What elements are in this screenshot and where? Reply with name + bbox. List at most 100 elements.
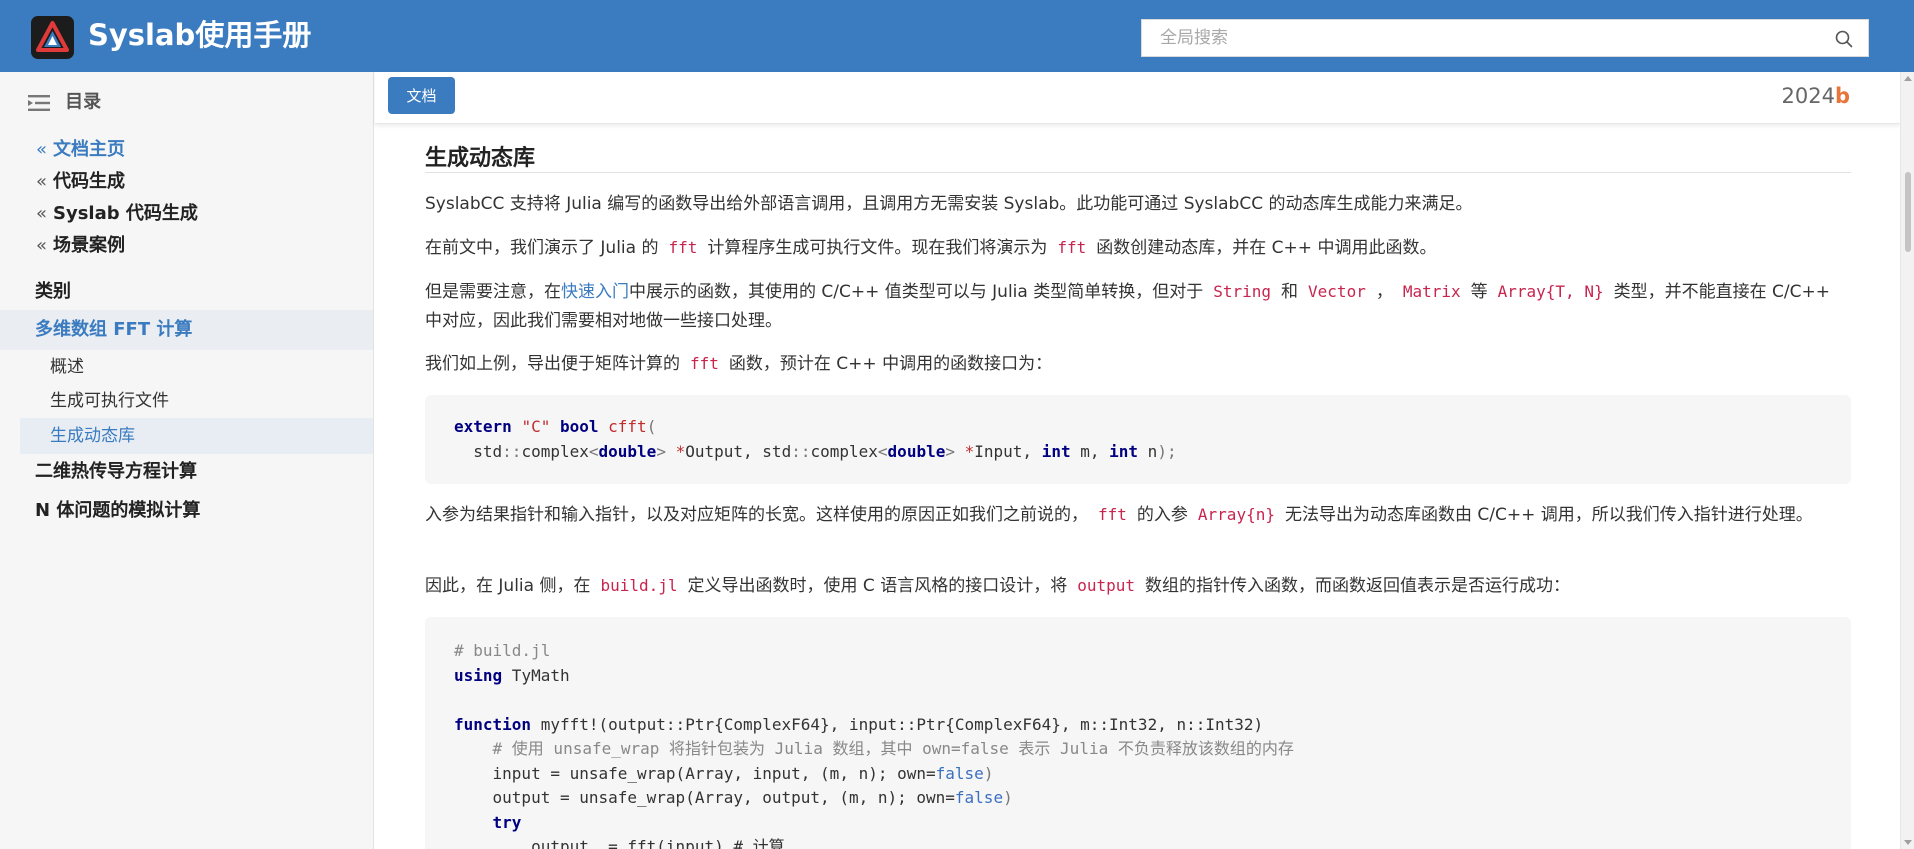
heading-divider [425,172,1851,173]
code-token: complex [521,441,589,461]
sidebar-item-multidim-fft[interactable]: 多维数组 FFT 计算 [35,316,192,344]
inline-code: Vector [1308,282,1366,301]
main-content: 生成动态库 SyslabCC 支持将 Julia 编写的函数导出给外部语言调用，… [375,124,1900,849]
sidebar-subitem-executable[interactable]: 生成可执行文件 [50,388,169,414]
global-search-box[interactable] [1141,19,1869,57]
code-block-build-jl[interactable]: # build.jl using TyMath function myfft!(… [425,617,1851,849]
inline-code: Array{T, N} [1497,282,1604,301]
paragraph-build-jl: 因此，在 Julia 侧，在 build.jl 定义导出函数时，使用 C 语言风格的… [425,571,1851,601]
code-token: std [762,441,792,461]
code-token: :: [502,441,522,461]
code-block-cpp-interface[interactable]: extern "C" bool cfft( std::complex<doubl… [425,395,1851,484]
global-search-input[interactable] [1142,20,1822,56]
sidebar-item-n-body[interactable]: N 体问题的模拟计算 [35,497,200,525]
sidebar-item-category[interactable]: 类别 [35,278,71,306]
text: 我们如上例，导出便于矩阵计算的 [425,354,680,374]
code-token: complex [810,441,878,461]
sidebar-item-heat-equation[interactable]: 二维热传导方程计算 [35,458,197,486]
scroll-up-arrow-icon[interactable] [1904,76,1912,81]
search-icon[interactable] [1834,29,1854,49]
double-chevron-left-icon: « [36,171,48,192]
code-token: Output, [685,441,763,461]
code-token: std [473,441,503,461]
code-token: :: [791,441,811,461]
text: 计算程序生成可执行文件。现在我们将演示为 [707,238,1048,258]
code-token: < [877,441,888,461]
toc-header[interactable]: 目录 [28,88,101,116]
version-label[interactable]: 2024b [1782,84,1851,108]
code-token: < [588,441,599,461]
breadcrumb-code-generation[interactable]: «代码生成 [36,168,125,196]
toc-title: 目录 [65,91,102,113]
breadcrumb-doc-home[interactable]: «文档主页 [36,136,125,164]
quickstart-link[interactable]: 快速入门 [561,282,629,302]
section-heading: 生成动态库 [425,146,536,171]
text: 数组的指针传入函数，而函数返回值表示是否运行成功： [1145,576,1571,596]
text: 无法导出为动态库函数由 C/C++ 调用，所以我们传入指针进行处理。 [1284,505,1813,525]
code-token: * [675,441,686,461]
code-token: m, [1070,441,1110,461]
inline-code: fft [1057,238,1087,257]
breadcrumb-scenarios[interactable]: «场景案例 [36,232,125,260]
sidebar: 目录 «文档主页 «代码生成 «Syslab 代码生成 «场景案例 类别 多维数… [0,72,374,849]
code-token: * [964,441,975,461]
code-token: using [454,665,503,685]
code-token: ) [1003,788,1013,807]
code-token: bool [559,417,599,436]
breadcrumb-label: 文档主页 [53,139,126,160]
sidebar-subitem-dynamic-library[interactable]: 生成动态库 [50,423,135,449]
code-token: false [935,763,984,783]
code-token: > [656,441,666,461]
text: 中展示的函数，其使用的 C/C++ 值类型可以与 Julia 类型简单转换，但对… [629,282,1204,302]
app-title[interactable]: Syslab使用手册 [88,13,311,57]
inline-code: fft [690,354,719,373]
breadcrumb-label: 场景案例 [53,235,126,256]
inline-code: Matrix [1402,282,1461,301]
toc-list-icon[interactable] [28,94,50,112]
code-token: myfft!(output::Ptr{ComplexF64}, input::P… [531,714,1264,734]
code-token: ) [983,763,994,783]
inline-code: String [1213,282,1272,301]
code-token: double [887,441,946,461]
top-header: Syslab使用手册 [0,0,1914,72]
doc-button[interactable]: 文档 [388,77,455,114]
text: 函数创建动态库，并在 C++ 中调用此函数。 [1096,238,1437,258]
scrollbar-thumb[interactable] [1905,172,1911,252]
inline-code: build.jl [600,576,678,595]
paragraph-intro: SyslabCC 支持将 Julia 编写的函数导出给外部语言调用，且调用方无需… [425,194,1473,214]
page-scrollbar[interactable] [1900,72,1914,849]
code-token: function [454,714,532,734]
code-token: n [1138,441,1158,461]
double-chevron-left-icon: « [36,203,48,224]
code-token: input = unsafe_wrap(Array, input, (m, n)… [454,763,936,783]
text: ， [1375,282,1393,302]
code-comment: # 使用 unsafe_wrap 将指针包装为 Julia 数组，其中 own=… [454,739,1294,758]
paragraph-pointer-reason: 入参为结果指针和输入指针，以及对应矩阵的长宽。这样使用的原因正如我们之前说的， f… [425,500,1851,530]
sidebar-subitem-overview[interactable]: 概述 [50,354,84,380]
code-token: cfft [608,417,647,436]
code-token: output .= fft(input) # 计算 [454,837,785,849]
inline-code: fft [1098,505,1127,524]
code-token: double [598,441,657,461]
double-chevron-left-icon: « [36,139,48,160]
inline-code: Array{n} [1197,505,1275,524]
inline-code: output [1077,576,1136,595]
code-token: try [492,812,522,832]
breadcrumb-label: 代码生成 [53,171,126,192]
code-token: false [954,788,1004,807]
breadcrumb-syslab-codegen[interactable]: «Syslab 代码生成 [36,200,198,228]
text: 定义导出函数时，使用 C 语言风格的接口设计，将 [687,576,1068,596]
code-token: Input, [974,441,1042,461]
syslab-logo-icon[interactable] [31,16,74,59]
text: 函数，预计在 C++ 中调用的函数接口为： [728,354,1053,374]
text: 和 [1281,282,1299,302]
text: 在前文中，我们演示了 Julia 的 [425,238,659,258]
code-token: extern [454,417,512,436]
code-token: output = unsafe_wrap(Array, output, (m, … [454,788,955,807]
code-token: ( [646,417,657,436]
scroll-down-arrow-icon[interactable] [1904,840,1912,845]
code-token: > [945,441,955,461]
code-comment: # build.jl [454,641,551,660]
breadcrumb-label: Syslab 代码生成 [53,203,198,224]
code-token: int [1109,441,1139,461]
